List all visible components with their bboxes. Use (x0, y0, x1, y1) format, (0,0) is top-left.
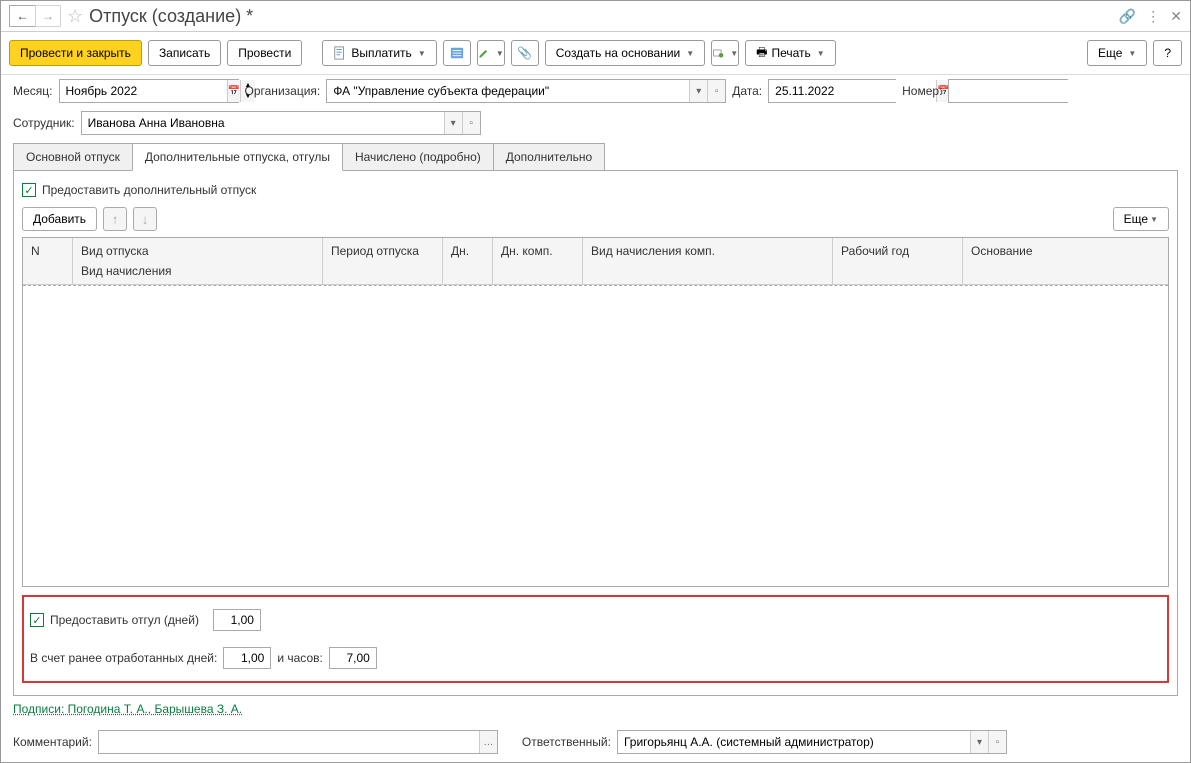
chevron-down-icon: ▾ (451, 118, 456, 129)
move-up-button[interactable]: ↑ (103, 207, 127, 231)
more-button[interactable]: Еще ▼ (1087, 40, 1147, 66)
table-body-empty[interactable] (23, 285, 1168, 586)
help-button[interactable]: ? (1153, 40, 1182, 66)
kebab-menu-icon[interactable]: ⋮ (1146, 8, 1160, 25)
arrow-down-icon: ↓ (142, 212, 149, 227)
col-basis: Основание (963, 238, 1168, 284)
comment-ellipsis-button[interactable]: … (479, 731, 497, 753)
worked-days-input[interactable] (223, 647, 271, 669)
responsible-open-button[interactable]: ▫ (988, 731, 1006, 753)
worked-hours-input[interactable] (329, 647, 377, 669)
link-icon[interactable]: 🔗 (1119, 8, 1136, 25)
comment-input[interactable] (99, 731, 479, 753)
nav-forward-button[interactable]: → (35, 5, 61, 27)
tab-additional-vacations[interactable]: Дополнительные отпуска, отгулы (132, 143, 343, 171)
post-button[interactable]: Провести (227, 40, 302, 66)
tab-main-vacation[interactable]: Основной отпуск (13, 143, 133, 170)
responsible-label: Ответственный: (522, 735, 611, 749)
open-icon: ▫ (715, 86, 719, 97)
chevron-down-icon: ▼ (730, 49, 738, 58)
pencil-icon (478, 46, 490, 60)
employee-input[interactable] (82, 112, 444, 134)
list-icon (450, 46, 464, 60)
responsible-dropdown-button[interactable]: ▾ (970, 731, 988, 753)
provide-day-off-checkbox[interactable]: ✓ (30, 613, 44, 627)
sync-icon-button[interactable]: ▼ (711, 40, 739, 66)
col-days: Дн. (443, 238, 493, 284)
document-icon (333, 46, 347, 60)
org-open-button[interactable]: ▫ (707, 80, 725, 102)
day-off-section: ✓ Предоставить отгул (дней) В счет ранее… (22, 595, 1169, 683)
calendar-icon: 📅 (228, 86, 240, 97)
sync-icon (712, 46, 724, 60)
tab-extra[interactable]: Дополнительно (493, 143, 605, 170)
tab-accrued-detail[interactable]: Начислено (подробно) (342, 143, 494, 170)
add-row-button[interactable]: Добавить (22, 207, 97, 231)
post-and-close-button[interactable]: Провести и закрыть (9, 40, 142, 66)
org-label: Организация: (245, 84, 321, 98)
arrow-right-icon: → (42, 9, 54, 23)
employee-open-button[interactable]: ▫ (462, 112, 480, 134)
org-dropdown-button[interactable]: ▾ (689, 80, 707, 102)
col-period: Период отпуска (323, 238, 443, 284)
employee-dropdown-button[interactable]: ▾ (444, 112, 462, 134)
printer-icon: 🖶 (756, 43, 767, 64)
chevron-down-icon: ▼ (1128, 49, 1136, 58)
table-more-button[interactable]: Еще ▼ (1113, 207, 1169, 231)
responsible-input[interactable] (618, 731, 970, 753)
create-based-on-button[interactable]: Создать на основании ▼ (545, 40, 705, 66)
org-input[interactable] (327, 80, 689, 102)
col-n: N (23, 238, 73, 284)
signatures-link[interactable]: Подписи: Погодина Т. А., Барышева З. А. (1, 696, 1190, 722)
pay-button[interactable]: Выплатить ▼ (322, 40, 436, 66)
calendar-icon-button[interactable]: 📅 (227, 80, 240, 102)
chevron-down-icon: ▾ (696, 86, 701, 97)
chevron-down-icon: ▾ (977, 737, 982, 748)
paperclip-icon: 📎 (517, 46, 532, 60)
chevron-down-icon: ▼ (1150, 215, 1158, 224)
move-down-button[interactable]: ↓ (133, 207, 157, 231)
employee-label: Сотрудник: (13, 116, 75, 130)
hours-label: и часов: (277, 651, 322, 665)
col-comp-accrual: Вид начисления комп. (583, 238, 833, 284)
chevron-down-icon: ▼ (686, 49, 694, 58)
favorite-star-icon[interactable]: ☆ (67, 6, 83, 27)
number-label: Номер: (902, 84, 942, 98)
ellipsis-icon: … (483, 737, 493, 748)
date-label: Дата: (732, 84, 762, 98)
month-label: Месяц: (13, 84, 53, 98)
print-button[interactable]: 🖶 Печать ▼ (745, 40, 836, 66)
edit-icon-button[interactable]: ▼ (477, 40, 505, 66)
page-title: Отпуск (создание) * (89, 6, 1113, 27)
list-icon-button[interactable] (443, 40, 471, 66)
close-icon[interactable]: ✕ (1170, 8, 1182, 25)
number-input[interactable] (949, 80, 1116, 102)
arrow-left-icon: ← (17, 9, 29, 23)
month-input[interactable] (60, 80, 227, 102)
nav-back-button[interactable]: ← (9, 5, 35, 27)
chevron-down-icon: ▼ (817, 49, 825, 58)
provide-day-off-label: Предоставить отгул (дней) (50, 613, 199, 627)
attach-icon-button[interactable]: 📎 (511, 40, 539, 66)
provide-additional-checkbox[interactable]: ✓ (22, 183, 36, 197)
save-button[interactable]: Записать (148, 40, 221, 66)
col-work-year: Рабочий год (833, 238, 963, 284)
arrow-up-icon: ↑ (112, 212, 119, 227)
open-icon: ▫ (469, 118, 473, 129)
chevron-down-icon: ▼ (418, 49, 426, 58)
open-icon: ▫ (996, 737, 1000, 748)
day-off-days-input[interactable] (213, 609, 261, 631)
provide-additional-label: Предоставить дополнительный отпуск (42, 183, 256, 197)
col-vacation-type: Вид отпуска Вид начисления (73, 238, 323, 284)
chevron-down-icon: ▼ (496, 49, 504, 58)
col-days-comp: Дн. комп. (493, 238, 583, 284)
comment-label: Комментарий: (13, 735, 92, 749)
worked-days-label: В счет ранее отработанных дней: (30, 651, 217, 665)
